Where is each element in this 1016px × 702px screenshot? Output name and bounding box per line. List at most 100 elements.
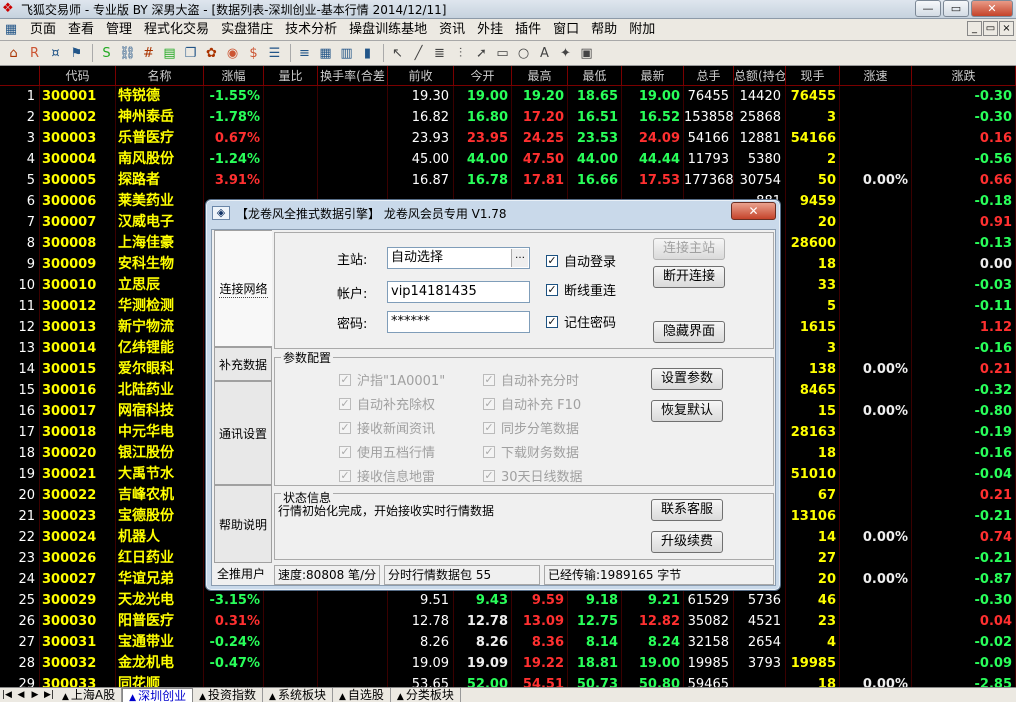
flag-icon[interactable]: ⚑ bbox=[67, 44, 86, 63]
line-draw-icon[interactable]: ╱ bbox=[409, 44, 428, 63]
first-tab-nav-icon[interactable]: |◀ bbox=[0, 689, 14, 702]
fibonacci-icon[interactable]: ⫶ bbox=[451, 44, 470, 63]
disconnect-button[interactable]: 断开连接 bbox=[653, 266, 725, 288]
restore-button[interactable]: ▭ bbox=[943, 0, 969, 17]
opt-level5-checkbox[interactable]: ✓ 使用五档行情 bbox=[339, 442, 435, 461]
set-params-button[interactable]: 设置参数 bbox=[651, 368, 723, 390]
coin-icon[interactable]: ¤ bbox=[46, 44, 65, 63]
menu-item-8[interactable]: 外挂 bbox=[471, 20, 509, 40]
table-row[interactable]: 3 300003 乐普医疗 0.67% 23.93 23.95 24.25 23.53 24.0… bbox=[0, 128, 1016, 149]
table-row[interactable]: 27 300031 宝通带业 -0.24% 8.26 8.26 8.36 8.14 8.24 32… bbox=[0, 632, 1016, 653]
opt-info-mine-checkbox[interactable]: ✓ 接收信息地雷 bbox=[339, 466, 435, 485]
menu-item-12[interactable]: 附加 bbox=[623, 20, 661, 40]
mark-icon[interactable]: ✦ bbox=[556, 44, 575, 63]
prev-tab-nav-icon[interactable]: ◀ bbox=[14, 689, 28, 702]
grid-menu-icon[interactable]: ▦ bbox=[0, 20, 22, 39]
stock-icon[interactable]: S bbox=[97, 44, 116, 63]
menu-item-9[interactable]: 插件 bbox=[509, 20, 547, 40]
opt-auto-exright-checkbox[interactable]: ✓ 自动补充除权 bbox=[339, 394, 435, 413]
sheet-tab-5[interactable]: ▲ 分类板块 bbox=[391, 687, 461, 702]
calc-icon[interactable]: # bbox=[139, 44, 158, 63]
menu-item-6[interactable]: 操盘训练基地 bbox=[343, 20, 433, 40]
home-icon[interactable]: ⌂ bbox=[4, 44, 23, 63]
tab-supplement-data[interactable]: 补充数据 bbox=[214, 347, 272, 381]
column-header-prev[interactable]: 前收 bbox=[388, 66, 454, 86]
column-header-last[interactable]: 最新 bbox=[622, 66, 684, 86]
circle-icon[interactable]: ○ bbox=[514, 44, 533, 63]
menu-item-3[interactable]: 程式化交易 bbox=[138, 20, 215, 40]
auto-login-checkbox[interactable]: ✓ 自动登录 bbox=[546, 251, 616, 270]
table-icon[interactable]: ▥ bbox=[337, 44, 356, 63]
menu-item-10[interactable]: 窗口 bbox=[547, 20, 585, 40]
opt-financial-checkbox[interactable]: ✓ 下载财务数据 bbox=[483, 442, 579, 461]
opt-news-checkbox[interactable]: ✓ 接收新闻资讯 bbox=[339, 418, 435, 437]
menu-item-5[interactable]: 技术分析 bbox=[279, 20, 343, 40]
table-row[interactable]: 4 300004 南风股份 -1.24% 45.00 44.00 47.50 44.00 44.… bbox=[0, 149, 1016, 170]
column-header-speed[interactable]: 涨速 bbox=[840, 66, 912, 86]
sheet-tab-0[interactable]: ▲ 上海A股 bbox=[56, 687, 123, 702]
money-icon[interactable]: $ bbox=[244, 44, 263, 63]
table-row[interactable]: 28 300032 金龙机电 -0.47% 19.09 19.09 19.22 18.81 19… bbox=[0, 653, 1016, 674]
column-header-idx[interactable] bbox=[0, 66, 40, 86]
bar-chart-icon[interactable]: ▮ bbox=[358, 44, 377, 63]
table-row[interactable]: 25 300029 天龙光电 -3.15% 9.51 9.43 9.59 9.18 9.21 61… bbox=[0, 590, 1016, 611]
mdi-minimize-button[interactable]: _ bbox=[967, 21, 982, 36]
dialog-close-button[interactable]: ✕ bbox=[731, 202, 776, 220]
hide-interface-button[interactable]: 隐藏界面 bbox=[653, 321, 725, 343]
mdi-close-button[interactable]: × bbox=[999, 21, 1014, 36]
table-row[interactable]: 5 300005 探路者 3.91% 16.87 16.78 17.81 16.66 17.53… bbox=[0, 170, 1016, 191]
column-header-open[interactable]: 今开 bbox=[454, 66, 512, 86]
account-input[interactable]: vip14181435 bbox=[387, 281, 530, 303]
text-icon[interactable]: A bbox=[535, 44, 554, 63]
list-icon[interactable]: ≡ bbox=[295, 44, 314, 63]
rsi-icon[interactable]: R bbox=[25, 44, 44, 63]
menu-item-7[interactable]: 资讯 bbox=[433, 20, 471, 40]
upgrade-renew-button[interactable]: 升级续费 bbox=[651, 531, 723, 553]
station-dropdown-icon[interactable]: … bbox=[511, 249, 528, 267]
alarm-icon[interactable]: ◉ bbox=[223, 44, 242, 63]
book-icon[interactable]: ❐ bbox=[181, 44, 200, 63]
sheet-tab-3[interactable]: ▲ 系统板块 bbox=[263, 687, 333, 702]
table-row[interactable]: 2 300002 神州泰岳 -1.78% 16.82 16.80 17.20 16.51 16.… bbox=[0, 107, 1016, 128]
contact-service-button[interactable]: 联系客服 bbox=[651, 499, 723, 521]
opt-sh-index-checkbox[interactable]: ✓ 沪指"1A0001" bbox=[339, 370, 445, 389]
close-button[interactable]: ✕ bbox=[971, 0, 1013, 17]
remember-password-checkbox[interactable]: ✓ 记住密码 bbox=[546, 312, 616, 331]
rect-icon[interactable]: ▭ bbox=[493, 44, 512, 63]
menu-item-11[interactable]: 帮助 bbox=[585, 20, 623, 40]
column-header-high[interactable]: 最高 bbox=[512, 66, 568, 86]
column-header-amt[interactable]: 总额(持仓) bbox=[734, 66, 786, 86]
minimize-button[interactable]: — bbox=[915, 0, 941, 17]
last-tab-nav-icon[interactable]: ▶| bbox=[42, 689, 56, 702]
menu-item-1[interactable]: 查看 bbox=[62, 20, 100, 40]
tab-comm-settings[interactable]: 通讯设置 bbox=[214, 381, 272, 485]
arrow-icon[interactable]: ➚ bbox=[472, 44, 491, 63]
column-header-cur[interactable]: 现手 bbox=[786, 66, 840, 86]
column-header-turn[interactable]: 换手率(合差 bbox=[318, 66, 388, 86]
report-icon[interactable]: ☰ bbox=[265, 44, 284, 63]
sheet-tab-4[interactable]: ▲ 自选股 bbox=[333, 687, 391, 702]
opt-auto-intraday-checkbox[interactable]: ✓ 自动补充分时 bbox=[483, 370, 579, 389]
opt-30day-checkbox[interactable]: ✓ 30天日线数据 bbox=[483, 466, 583, 485]
mdi-restore-button[interactable]: ▭ bbox=[983, 21, 998, 36]
column-header-low[interactable]: 最低 bbox=[568, 66, 622, 86]
column-header-vol[interactable]: 总手 bbox=[684, 66, 734, 86]
column-header-chg[interactable]: 涨幅 bbox=[204, 66, 264, 86]
link-icon[interactable]: ⛓ bbox=[118, 44, 137, 63]
column-header-name[interactable]: 名称 bbox=[116, 66, 204, 86]
gear-icon[interactable]: ✿ bbox=[202, 44, 221, 63]
opt-auto-f10-checkbox[interactable]: ✓ 自动补充 F10 bbox=[483, 394, 581, 413]
tab-help[interactable]: 帮助说明 bbox=[214, 485, 272, 563]
restore-default-button[interactable]: 恢复默认 bbox=[651, 400, 723, 422]
cursor-icon[interactable]: ↖ bbox=[388, 44, 407, 63]
password-input[interactable]: ****** bbox=[387, 311, 530, 333]
column-header-diff[interactable]: 涨跌 bbox=[912, 66, 1016, 86]
connect-server-button[interactable]: 连接主站 bbox=[653, 238, 725, 260]
channel-icon[interactable]: ≣ bbox=[430, 44, 449, 63]
column-header-vr[interactable]: 量比 bbox=[264, 66, 318, 86]
opt-sync-tick-checkbox[interactable]: ✓ 同步分笔数据 bbox=[483, 418, 579, 437]
sheet-tab-1[interactable]: ▲ 深圳创业 bbox=[122, 687, 194, 702]
table-row[interactable]: 26 300030 阳普医疗 0.31% 12.78 12.78 13.09 12.75 12.… bbox=[0, 611, 1016, 632]
save-icon[interactable]: ▣ bbox=[577, 44, 596, 63]
next-tab-nav-icon[interactable]: ▶ bbox=[28, 689, 42, 702]
